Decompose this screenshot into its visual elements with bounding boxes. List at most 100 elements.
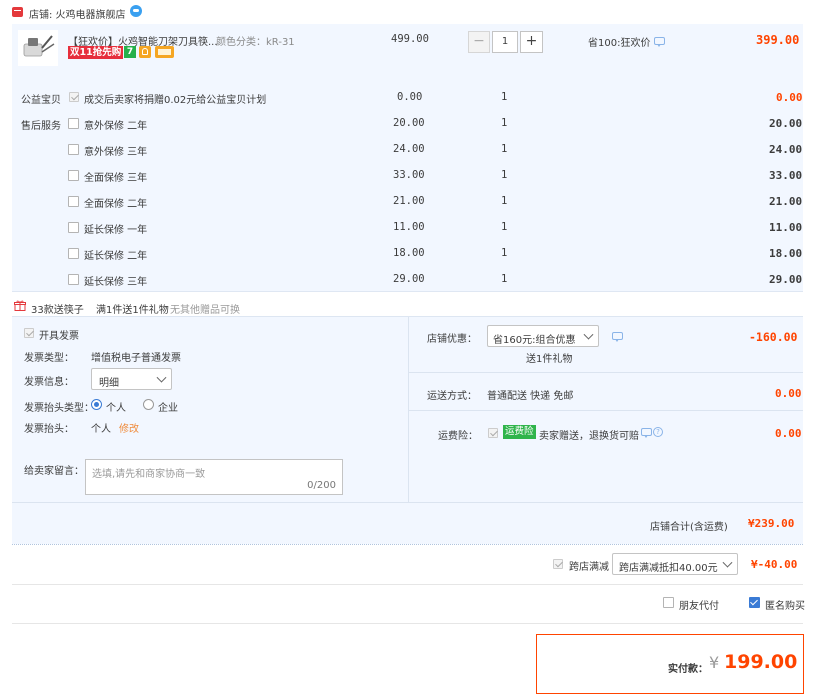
- invoice-header-type-label: 发票抬头类型：: [24, 403, 94, 414]
- service-checkbox[interactable]: [68, 222, 79, 233]
- gift-note: 无其他赠品可换: [170, 305, 240, 316]
- quantity-decrease-button[interactable]: −: [468, 31, 490, 53]
- charity-text: 成交后卖家将捐赠0.02元给公益宝贝计划: [84, 95, 267, 106]
- service-qty: 1: [501, 273, 508, 285]
- service-subtotal: 20.00: [769, 117, 803, 130]
- promo-badge: 双11抢先购: [68, 46, 124, 59]
- shop-discount-selected: 省160元:组合优惠: [493, 335, 576, 346]
- invoice-toggle-label: 开具发票: [39, 331, 79, 342]
- service-checkbox[interactable]: [68, 118, 79, 129]
- shipping-method: 普通配送 快递 免邮: [487, 391, 574, 402]
- divider: [12, 623, 803, 624]
- divider: [12, 544, 803, 545]
- service-name: 意外保修 二年: [84, 121, 148, 132]
- discount-info-icon[interactable]: [654, 37, 665, 47]
- invoice-info-select[interactable]: 明细: [91, 368, 172, 390]
- friend-pay-checkbox[interactable]: [663, 597, 674, 608]
- charity-label: 公益宝贝: [21, 95, 61, 106]
- insurance-chat-icon[interactable]: [641, 428, 652, 438]
- service-subtotal: 18.00: [769, 247, 803, 260]
- service-checkbox[interactable]: [68, 144, 79, 155]
- service-qty: 1: [501, 117, 508, 129]
- shop-icon: [12, 7, 23, 17]
- service-price: 24.00: [393, 143, 425, 155]
- divider: [12, 584, 803, 585]
- shop-discount-gift-note: 送1件礼物: [526, 354, 573, 365]
- service-name: 全面保修 二年: [84, 199, 148, 210]
- gift-name: 33款送筷子: [31, 305, 84, 316]
- service-name: 延长保修 二年: [84, 251, 148, 262]
- charity-price: 0.00: [397, 91, 423, 103]
- shop-total-amount: ¥239.00: [748, 517, 795, 530]
- service-price: 29.00: [393, 273, 425, 285]
- service-price: 18.00: [393, 247, 425, 259]
- insurance-amount: 0.00: [775, 427, 802, 440]
- shop-discount-label: 店铺优惠：: [427, 334, 477, 345]
- service-price: 20.00: [393, 117, 425, 129]
- anonymous-label: 匿名购买: [765, 601, 805, 612]
- cross-store-selected: 跨店满减抵扣40.00元: [619, 563, 718, 574]
- invoice-checkbox[interactable]: [24, 328, 34, 338]
- insurance-label: 运费险：: [438, 431, 478, 442]
- shop-header: 店铺: 火鸡电器旗舰店: [0, 0, 813, 24]
- quantity-input[interactable]: 1: [492, 31, 518, 53]
- invoice-header-value: 个人: [91, 424, 111, 435]
- service-name: 全面保修 三年: [84, 173, 148, 184]
- payment-summary-box: 实付款： ¥ 199.00: [536, 634, 804, 694]
- service-subtotal: 33.00: [769, 169, 803, 182]
- radio-personal-label: 个人: [106, 403, 126, 414]
- divider: [12, 502, 803, 503]
- service-qty: 1: [501, 247, 508, 259]
- shop-name-link[interactable]: 店铺: 火鸡电器旗舰店: [29, 6, 126, 21]
- service-price: 21.00: [393, 195, 425, 207]
- shop-discount-select[interactable]: 省160元:组合优惠: [487, 325, 599, 347]
- service-subtotal: 11.00: [769, 221, 803, 234]
- payment-label: 实付款：: [668, 664, 708, 675]
- invoice-info-value: 明细: [99, 378, 119, 389]
- service-qty: 1: [501, 195, 508, 207]
- friend-pay-label: 朋友代付: [679, 601, 719, 612]
- invoice-type-value: 增值税电子普通发票: [91, 353, 181, 364]
- product-spec: 颜色分类：kR-31: [216, 37, 295, 48]
- product-thumbnail[interactable]: [18, 30, 58, 66]
- shop-discount-info-icon[interactable]: [612, 332, 623, 342]
- service-subtotal: 24.00: [769, 143, 803, 156]
- services-label: 售后服务: [21, 121, 61, 132]
- message-counter: 0/200: [307, 480, 336, 491]
- shop-discount-amount: -160.00: [749, 330, 798, 344]
- gift-icon: [14, 300, 26, 311]
- radio-personal[interactable]: [91, 399, 102, 410]
- quantity-stepper: − 1 +: [468, 31, 544, 53]
- wangwang-chat-icon[interactable]: [130, 5, 142, 17]
- shipping-label: 运送方式：: [427, 391, 477, 402]
- insurance-text: 卖家赠送，退换货可赔: [539, 431, 639, 442]
- quantity-increase-button[interactable]: +: [520, 31, 543, 53]
- insurance-tag: 运费险: [503, 425, 536, 439]
- service-checkbox[interactable]: [68, 196, 79, 207]
- service-name: 延长保修 一年: [84, 225, 148, 236]
- divider: [408, 372, 803, 373]
- radio-company-label: 企业: [158, 403, 178, 414]
- cross-store-select[interactable]: 跨店满减抵扣40.00元: [612, 553, 738, 575]
- service-checkbox[interactable]: [68, 274, 79, 285]
- help-icon[interactable]: ?: [653, 427, 663, 437]
- product-subtotal: 399.00: [756, 33, 800, 47]
- message-placeholder: 选填,请先和商家协商一致: [92, 469, 206, 480]
- service-name: 意外保修 三年: [84, 147, 148, 158]
- service-checkbox[interactable]: [68, 248, 79, 259]
- message-label: 给卖家留言：: [24, 466, 84, 477]
- charity-qty: 1: [501, 91, 508, 103]
- divider: [408, 410, 803, 411]
- anonymous-checkbox[interactable]: [749, 597, 760, 608]
- seller-message-textarea[interactable]: 选填,请先和商家协商一致 0/200: [85, 459, 343, 495]
- service-checkbox[interactable]: [68, 170, 79, 181]
- payment-currency: ¥: [709, 653, 720, 672]
- charity-checkbox: [69, 92, 79, 102]
- divider: [12, 291, 803, 292]
- invoice-info-label: 发票信息：: [24, 377, 74, 388]
- insurance-checkbox: [488, 428, 498, 438]
- seven-day-return-icon: 7: [124, 46, 136, 58]
- invoice-edit-link[interactable]: 修改: [119, 420, 139, 435]
- radio-company[interactable]: [143, 399, 154, 410]
- service-qty: 1: [501, 143, 508, 155]
